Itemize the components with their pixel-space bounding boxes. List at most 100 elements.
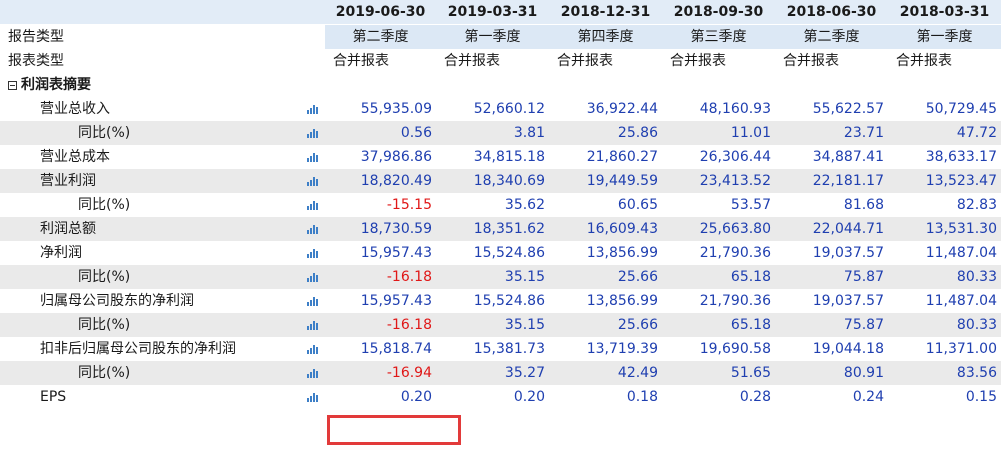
collapse-icon[interactable]	[8, 81, 17, 90]
value-cell[interactable]: 65.18	[662, 265, 775, 289]
value-cell[interactable]: 0.24	[775, 385, 888, 409]
value-cell[interactable]: 35.27	[436, 361, 549, 385]
value-cell[interactable]: 82.83	[888, 193, 1001, 217]
value-cell[interactable]: 22,181.17	[775, 169, 888, 193]
data-row[interactable]: 利润总额 18,730.59 18,351.62 16,609.43 25,663.80…	[0, 217, 1001, 241]
value-cell[interactable]: 3.81	[436, 121, 549, 145]
statement-type-cell[interactable]: 合并报表	[549, 49, 662, 73]
value-cell[interactable]: 19,037.57	[775, 241, 888, 265]
data-row[interactable]: 归属母公司股东的净利润 15,957.43 15,524.86 13,856.99 21…	[0, 289, 1001, 313]
value-cell[interactable]: 52,660.12	[436, 97, 549, 121]
bar-chart-icon[interactable]	[305, 193, 325, 217]
value-cell[interactable]: 25,663.80	[662, 217, 775, 241]
data-row[interactable]: 扣非后归属母公司股东的净利润 15,818.74 15,381.73 13,719.3…	[0, 337, 1001, 361]
bar-chart-icon[interactable]	[305, 313, 325, 337]
value-cell[interactable]: 19,690.58	[662, 337, 775, 361]
value-cell[interactable]: -15.15	[325, 193, 436, 217]
statement-type-cell[interactable]: 合并报表	[662, 49, 775, 73]
value-cell[interactable]: 15,381.73	[436, 337, 549, 361]
value-cell[interactable]: 0.18	[549, 385, 662, 409]
column-header-date[interactable]: 2019-06-30	[325, 0, 436, 24]
data-row[interactable]: 营业总收入 55,935.09 52,660.12 36,922.44 48,160.9…	[0, 97, 1001, 121]
value-cell[interactable]: 23.71	[775, 121, 888, 145]
value-cell[interactable]: 80.33	[888, 313, 1001, 337]
value-cell[interactable]: 15,524.86	[436, 289, 549, 313]
value-cell[interactable]: 13,531.30	[888, 217, 1001, 241]
report-type-cell[interactable]: 第一季度	[888, 25, 1001, 49]
value-cell[interactable]: 0.20	[436, 385, 549, 409]
value-cell[interactable]: 19,037.57	[775, 289, 888, 313]
value-cell[interactable]: 15,524.86	[436, 241, 549, 265]
value-cell[interactable]: 80.33	[888, 265, 1001, 289]
value-cell[interactable]: -16.94	[325, 361, 436, 385]
value-cell[interactable]: 81.68	[775, 193, 888, 217]
value-cell[interactable]: 0.15	[888, 385, 1001, 409]
value-cell[interactable]: 25.66	[549, 265, 662, 289]
value-cell[interactable]: 35.15	[436, 265, 549, 289]
column-header-date[interactable]: 2018-06-30	[775, 0, 888, 24]
value-cell[interactable]: 55,935.09	[325, 97, 436, 121]
statement-type-cell[interactable]: 合并报表	[775, 49, 888, 73]
report-type-cell[interactable]: 第三季度	[662, 25, 775, 49]
value-cell[interactable]: 36,922.44	[549, 97, 662, 121]
data-row[interactable]: 营业总成本 37,986.86 34,815.18 21,860.27 26,306.4…	[0, 145, 1001, 169]
value-cell[interactable]: 37,986.86	[325, 145, 436, 169]
value-cell[interactable]: 21,860.27	[549, 145, 662, 169]
bar-chart-icon[interactable]	[305, 361, 325, 385]
bar-chart-icon[interactable]	[305, 265, 325, 289]
column-header-date[interactable]: 2018-03-31	[888, 0, 1001, 24]
value-cell[interactable]: -16.18	[325, 265, 436, 289]
data-row[interactable]: EPS 0.20 0.20 0.18 0.28 0.24 0.15	[0, 385, 1001, 409]
report-type-row[interactable]: 报告类型 第二季度 第一季度 第四季度 第三季度 第二季度 第一季度	[0, 25, 1001, 49]
column-header-date[interactable]: 2018-09-30	[662, 0, 775, 24]
bar-chart-icon[interactable]	[305, 145, 325, 169]
value-cell[interactable]: 25.86	[549, 121, 662, 145]
value-cell[interactable]: 25.66	[549, 313, 662, 337]
value-cell[interactable]: 53.57	[662, 193, 775, 217]
report-type-cell[interactable]: 第四季度	[549, 25, 662, 49]
value-cell[interactable]: 75.87	[775, 313, 888, 337]
value-cell[interactable]: 11.01	[662, 121, 775, 145]
statement-type-cell[interactable]: 合并报表	[436, 49, 549, 73]
bar-chart-icon[interactable]	[305, 337, 325, 361]
bar-chart-icon[interactable]	[305, 241, 325, 265]
report-type-cell[interactable]: 第一季度	[436, 25, 549, 49]
value-cell[interactable]: 23,413.52	[662, 169, 775, 193]
value-cell[interactable]: 60.65	[549, 193, 662, 217]
value-cell[interactable]: 83.56	[888, 361, 1001, 385]
value-cell[interactable]: 18,340.69	[436, 169, 549, 193]
value-cell[interactable]: 26,306.44	[662, 145, 775, 169]
data-row[interactable]: 同比(%) -16.94 35.27 42.49 51.65 80.91 83.56	[0, 361, 1001, 385]
value-cell[interactable]: 15,957.43	[325, 241, 436, 265]
value-cell[interactable]: 15,818.74	[325, 337, 436, 361]
value-cell[interactable]: 0.20	[325, 385, 436, 409]
value-cell[interactable]: 13,856.99	[549, 241, 662, 265]
value-cell[interactable]: 47.72	[888, 121, 1001, 145]
value-cell[interactable]: 19,449.59	[549, 169, 662, 193]
section-label[interactable]: 利润表摘要	[0, 73, 305, 97]
value-cell[interactable]: 0.56	[325, 121, 436, 145]
value-cell[interactable]: 21,790.36	[662, 241, 775, 265]
value-cell[interactable]: 42.49	[549, 361, 662, 385]
data-row[interactable]: 营业利润 18,820.49 18,340.69 19,449.59 23,413.52…	[0, 169, 1001, 193]
value-cell[interactable]: 11,487.04	[888, 289, 1001, 313]
value-cell[interactable]: 34,887.41	[775, 145, 888, 169]
value-cell[interactable]: 80.91	[775, 361, 888, 385]
bar-chart-icon[interactable]	[305, 169, 325, 193]
data-row[interactable]: 净利润 15,957.43 15,524.86 13,856.99 21,790.36 1…	[0, 241, 1001, 265]
bar-chart-icon[interactable]	[305, 289, 325, 313]
value-cell[interactable]: 19,044.18	[775, 337, 888, 361]
value-cell[interactable]: 35.62	[436, 193, 549, 217]
value-cell[interactable]: 38,633.17	[888, 145, 1001, 169]
date-header-row[interactable]: 2019-06-30 2019-03-31 2018-12-31 2018-09-30…	[0, 0, 1001, 24]
column-header-date[interactable]: 2018-12-31	[549, 0, 662, 24]
data-row[interactable]: 同比(%) -16.18 35.15 25.66 65.18 75.87 80.33	[0, 313, 1001, 337]
value-cell[interactable]: 13,856.99	[549, 289, 662, 313]
value-cell[interactable]: 13,719.39	[549, 337, 662, 361]
column-header-date[interactable]: 2019-03-31	[436, 0, 549, 24]
statement-type-row[interactable]: 报表类型 合并报表 合并报表 合并报表 合并报表 合并报表 合并报表	[0, 49, 1001, 73]
value-cell[interactable]: 75.87	[775, 265, 888, 289]
value-cell[interactable]: 11,487.04	[888, 241, 1001, 265]
value-cell[interactable]: 50,729.45	[888, 97, 1001, 121]
bar-chart-icon[interactable]	[305, 121, 325, 145]
